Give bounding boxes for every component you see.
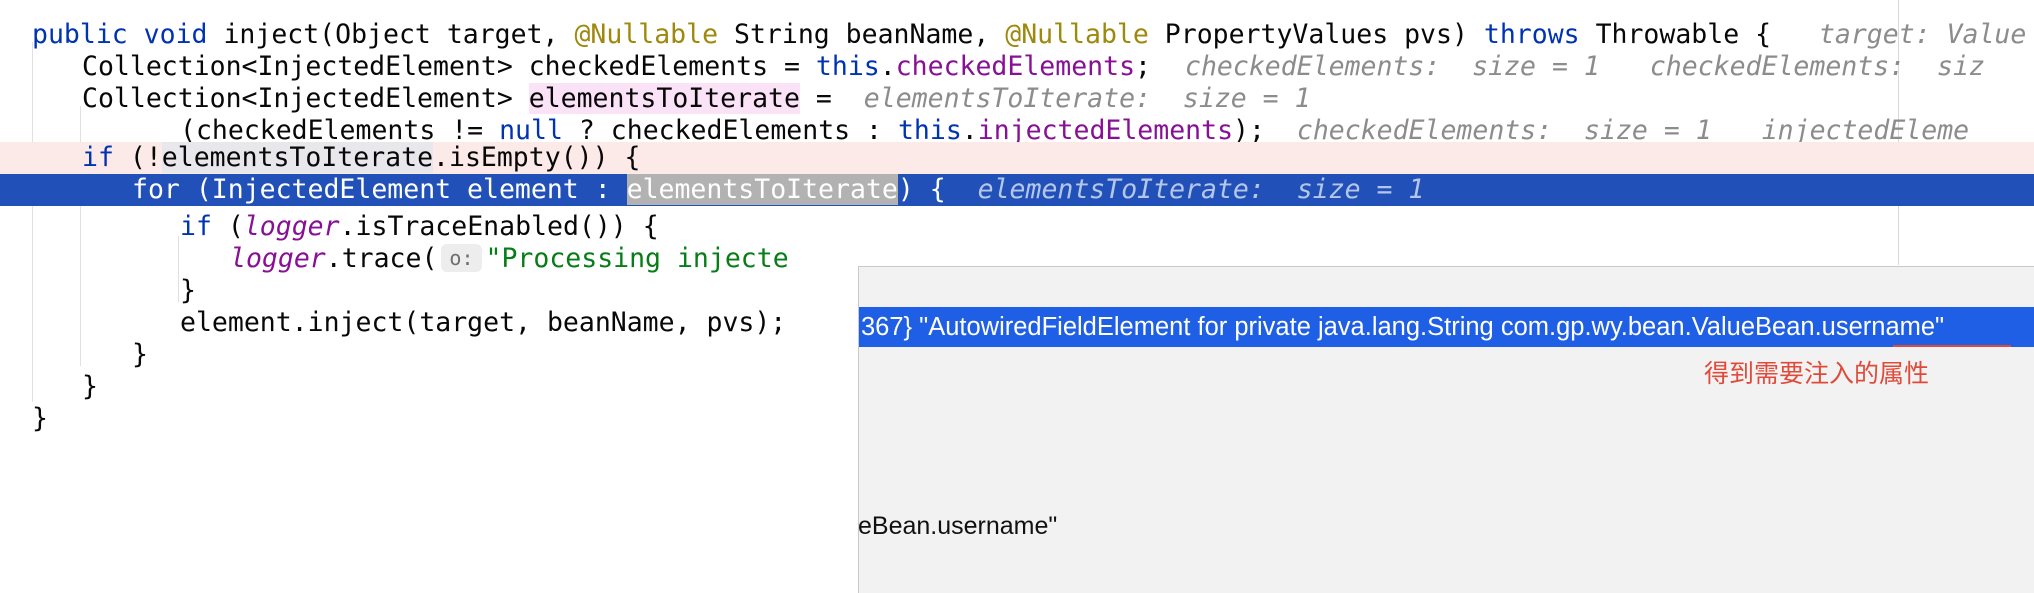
parameter-hint-badge: o: xyxy=(441,243,482,272)
popup-selected-row[interactable]: 367} "AutowiredFieldElement for private … xyxy=(859,307,2034,347)
debug-value-popup[interactable]: 367} "AutowiredFieldElement for private … xyxy=(858,266,2034,593)
loop-brace: ) { xyxy=(897,174,978,205)
code-line-5[interactable]: if (!elementsToIterate.isEmpty()) { xyxy=(0,142,2034,174)
popup-truncated-value[interactable]: eBean.username" xyxy=(858,512,1057,541)
loop-declaration: (InjectedElement element : xyxy=(179,174,627,205)
keyword-for: for xyxy=(132,174,180,205)
keyword-if: if xyxy=(82,142,114,173)
annotation-note: 得到需要注入的属性 xyxy=(1704,359,1930,388)
inline-debug-value[interactable]: elementsToIterate: size = 1 xyxy=(978,174,1425,205)
selected-elements-to-iterate[interactable]: elementsToIterate xyxy=(626,174,898,205)
red-underline-mark xyxy=(1893,345,2011,347)
closing-brace: } xyxy=(32,403,48,434)
current-debug-line[interactable]: for (InjectedElement element : elementsT… xyxy=(0,174,2034,206)
is-empty-call: .isEmpty()) { xyxy=(433,142,641,173)
not-operator: (! xyxy=(113,142,162,173)
variable-elements-to-iterate[interactable]: elementsToIterate xyxy=(161,142,434,173)
